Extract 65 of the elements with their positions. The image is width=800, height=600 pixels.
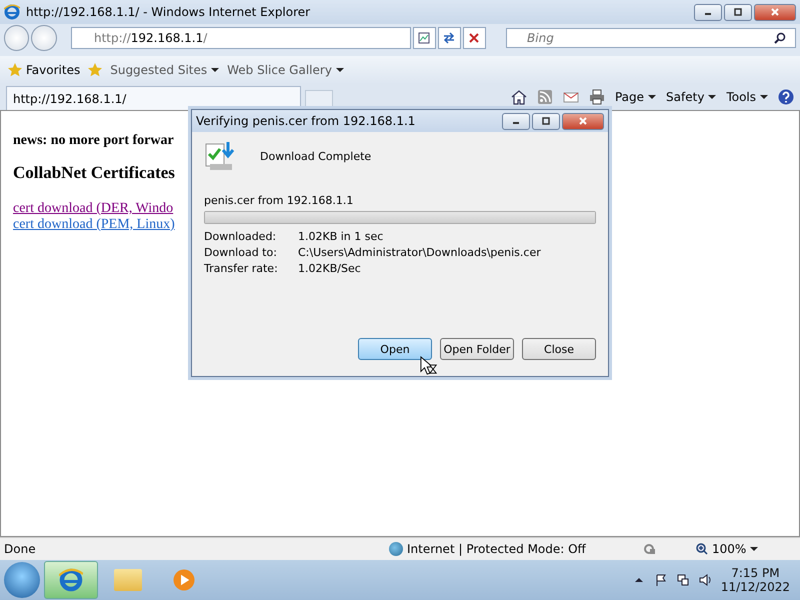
zone-text: Internet | Protected Mode: Off [407, 542, 586, 556]
download-source: penis.cer from 192.168.1.1 [204, 194, 354, 207]
flag-icon[interactable] [654, 574, 667, 586]
zoom-icon [696, 543, 708, 555]
dialog-button[interactable]: Open [358, 338, 432, 360]
detail-value: 1.02KB in 1 sec [298, 230, 384, 243]
minimize-button[interactable] [694, 4, 722, 20]
status-text: Done [3, 542, 37, 556]
detail-label: Downloaded: [204, 230, 278, 243]
maximize-button[interactable] [532, 112, 560, 130]
feed-icon[interactable] [536, 89, 553, 105]
chart-page-icon [418, 32, 430, 44]
address-text: http://192.168.1.1/ [94, 31, 208, 45]
close-button[interactable] [562, 112, 604, 130]
detail-label: Download to: [204, 246, 278, 259]
favorites-button[interactable]: Favorites [8, 63, 80, 77]
printer-icon[interactable] [588, 89, 605, 105]
detail-value: C:\Users\Administrator\Downloads\penis.cer [298, 246, 542, 259]
address-field[interactable]: http://192.168.1.1/ [70, 27, 411, 49]
command-menu[interactable]: Safety [666, 90, 716, 104]
download-link[interactable]: cert download (PEM, Linux) [13, 217, 175, 233]
close-button[interactable] [754, 4, 796, 20]
download-icon [204, 140, 236, 172]
detail-label: Transfer rate: [204, 262, 279, 275]
maximize-icon [733, 8, 743, 16]
forward-button[interactable] [31, 25, 57, 51]
clock[interactable]: 7:15 PM 11/12/2022 [720, 566, 796, 594]
download-link[interactable]: cert download (DER, Windo [13, 201, 174, 217]
browser-tab[interactable]: http://192.168.1.1/ [6, 86, 301, 110]
compatibility-button[interactable] [412, 27, 436, 49]
favorites-link[interactable]: Web Slice Gallery [227, 63, 344, 77]
search-icon [774, 32, 786, 44]
help-icon[interactable] [778, 89, 794, 105]
stop-button[interactable] [462, 27, 486, 49]
dialog-title: Verifying penis.cer from 192.168.1.1 [196, 114, 416, 128]
network-icon[interactable] [676, 574, 689, 586]
zoom-button[interactable]: 100% [696, 542, 758, 556]
busy-cursor-icon [420, 356, 438, 376]
detail-value: 1.02KB/Sec [298, 262, 362, 275]
page-heading: CollabNet Certificates [13, 163, 175, 183]
stop-icon [468, 32, 480, 44]
news-text: news: no more port forwar [13, 133, 174, 149]
star-icon [8, 63, 22, 77]
favorites-link[interactable]: Suggested Sites [110, 63, 220, 77]
home-icon[interactable] [510, 89, 527, 105]
dialog-button[interactable]: Close [522, 338, 596, 360]
dialog-button[interactable]: Open Folder [440, 338, 514, 360]
close-icon [770, 8, 780, 16]
window-title: http://192.168.1.1/ - Windows Internet Explorer [26, 5, 312, 19]
globe-icon [389, 542, 403, 556]
volume-icon[interactable] [698, 574, 711, 586]
maximize-button[interactable] [724, 4, 752, 20]
back-button[interactable] [4, 25, 30, 51]
start-button[interactable] [4, 562, 40, 598]
command-menu[interactable]: Tools [726, 90, 768, 104]
browser-taskbar-icon[interactable] [44, 561, 98, 599]
command-menu[interactable]: Page [614, 90, 656, 104]
browser-logo-icon [4, 4, 20, 20]
restore-icon [541, 117, 551, 125]
refresh-icon [443, 32, 456, 44]
download-status: Download Complete [260, 150, 372, 162]
minimize-button[interactable] [502, 112, 530, 130]
close-icon [578, 117, 588, 125]
refresh-button[interactable] [438, 27, 461, 49]
search-field[interactable]: Bing [506, 28, 796, 48]
